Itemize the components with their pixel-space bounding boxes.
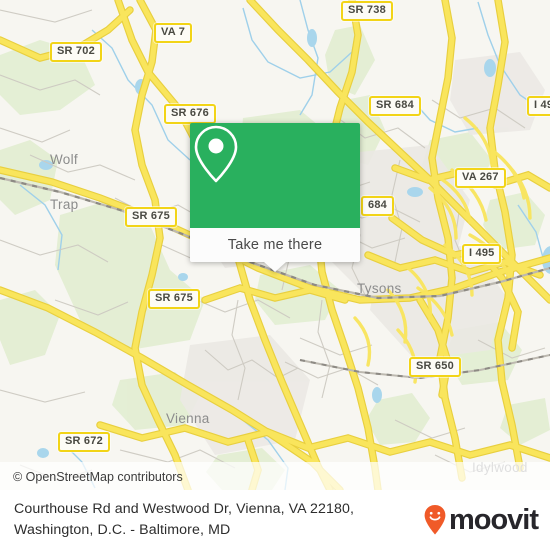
location-title: Courthouse Rd and Westwood Dr, Vienna, V… bbox=[14, 499, 414, 541]
location-title-line1: Courthouse Rd and Westwood Dr, Vienna, V… bbox=[14, 501, 354, 517]
place-label-vienna: Vienna bbox=[166, 411, 210, 426]
road-shield-va-7[interactable]: VA 7 bbox=[154, 23, 193, 43]
take-me-there-popup[interactable]: Take me there bbox=[190, 123, 360, 272]
moovit-wordmark: moovit bbox=[448, 503, 539, 536]
map-canvas[interactable]: Wolf Trap Tysons Vienna Idylwood SR 738 … bbox=[0, 0, 550, 490]
place-label-wolf-trap: Wolf Trap bbox=[50, 122, 78, 242]
road-shield-i-495-ne[interactable]: I 49 bbox=[527, 96, 550, 116]
map-pin-icon bbox=[194, 125, 238, 183]
road-shield-sr-702[interactable]: SR 702 bbox=[50, 42, 102, 62]
road-shield-va-267[interactable]: VA 267 bbox=[455, 168, 506, 188]
popup-tail bbox=[264, 262, 286, 272]
popup-action-button[interactable]: Take me there bbox=[190, 228, 360, 262]
osm-attribution[interactable]: © OpenStreetMap contributors bbox=[13, 470, 183, 484]
place-label-line1: Wolf bbox=[50, 152, 78, 167]
screenshot-root: Wolf Trap Tysons Vienna Idylwood SR 738 … bbox=[0, 0, 550, 550]
location-title-line2: Washington, D.C. - Baltimore, MD bbox=[14, 522, 231, 538]
road-shield-sr-675-n[interactable]: SR 675 bbox=[125, 207, 177, 227]
popup-header bbox=[190, 123, 360, 228]
place-label-line2: Trap bbox=[50, 197, 79, 212]
moovit-pin-icon bbox=[424, 505, 446, 535]
moovit-logo[interactable]: moovit bbox=[424, 503, 539, 536]
road-shield-sr-650[interactable]: SR 650 bbox=[409, 357, 461, 377]
road-shield-sr-684[interactable]: SR 684 bbox=[369, 96, 421, 116]
place-label-tysons: Tysons bbox=[357, 281, 402, 296]
road-shield-684[interactable]: 684 bbox=[361, 196, 394, 216]
road-shield-i-495[interactable]: I 495 bbox=[462, 244, 502, 264]
road-shield-sr-675-s[interactable]: SR 675 bbox=[148, 289, 200, 309]
road-shield-sr-676[interactable]: SR 676 bbox=[164, 104, 216, 124]
footer-bar: Courthouse Rd and Westwood Dr, Vienna, V… bbox=[0, 490, 550, 550]
road-shield-sr-672[interactable]: SR 672 bbox=[58, 432, 110, 452]
popup-action-label: Take me there bbox=[227, 237, 323, 253]
road-shield-sr-738[interactable]: SR 738 bbox=[341, 1, 393, 21]
